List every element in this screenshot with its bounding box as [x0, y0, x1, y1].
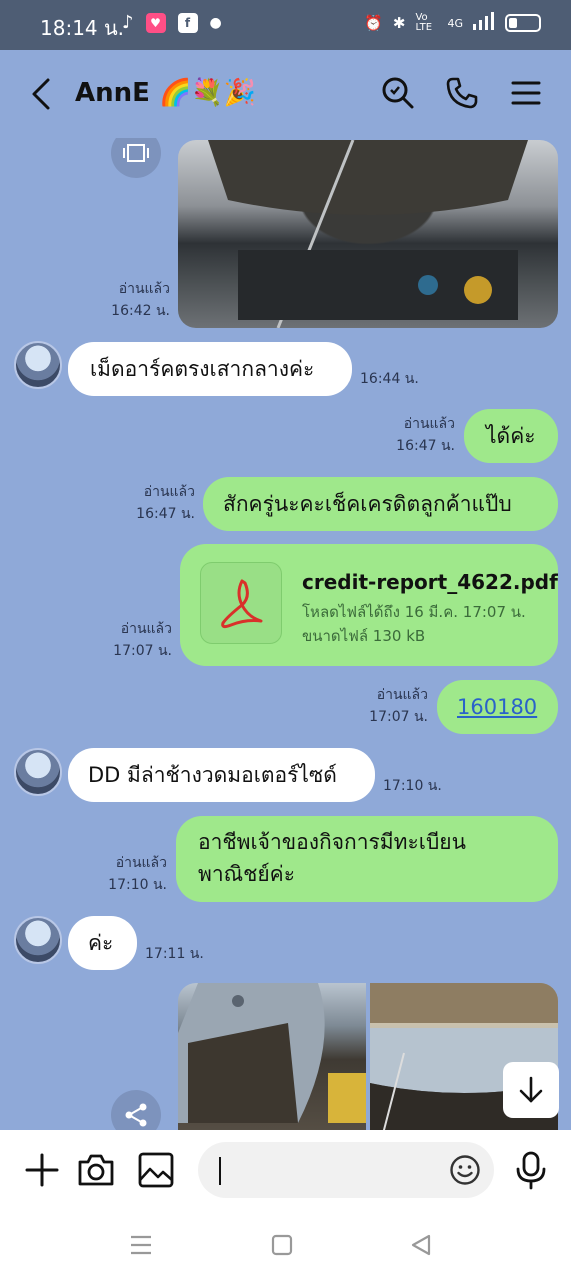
- camera-icon[interactable]: [76, 1150, 116, 1190]
- m8-meta: อ่านแล้ว 17:10 น.: [97, 852, 167, 896]
- battery-icon: [505, 14, 541, 32]
- message-text: เม็ดอาร์คตรงเสากลางค่ะ: [90, 357, 315, 381]
- network-type-icon: 4G: [447, 16, 463, 30]
- engine-photo[interactable]: [178, 140, 558, 328]
- message-time: 17:10 น.: [108, 877, 167, 893]
- facebook-icon: f: [177, 12, 198, 33]
- arrow-down-icon: [519, 1076, 543, 1103]
- recent-apps-icon[interactable]: [126, 1232, 156, 1258]
- message-time: 16:47 น.: [136, 506, 195, 522]
- m4-meta: อ่านแล้ว 16:47 น.: [125, 481, 195, 525]
- read-receipt: อ่านแล้ว: [120, 621, 172, 637]
- menu-icon[interactable]: [509, 76, 543, 110]
- read-receipt: อ่านแล้ว: [376, 687, 428, 703]
- search-icon[interactable]: [381, 76, 415, 110]
- read-receipt: อ่านแล้ว: [115, 855, 167, 871]
- tiktok-icon: ♪: [122, 12, 134, 33]
- contact-avatar[interactable]: [14, 748, 62, 796]
- line-shopping-icon: ♥: [145, 12, 166, 33]
- m6-meta: อ่านแล้ว 17:07 น.: [358, 684, 428, 728]
- plus-icon[interactable]: [22, 1150, 62, 1190]
- file-name: credit-report_4622.pdf: [302, 570, 558, 594]
- view-all-photos-button[interactable]: [111, 138, 161, 178]
- message-time: 17:10 น.: [383, 778, 442, 794]
- message-text: DD มีล่าช้างวดมอเตอร์ไซด์: [88, 763, 337, 787]
- message-bubble-outgoing[interactable]: สักครู่นะคะเช็คเครดิตลูกค้าแป๊บ: [203, 477, 558, 531]
- message-bubble-outgoing[interactable]: ได้ค่ะ: [464, 409, 558, 463]
- engine-photo-art: [208, 140, 528, 328]
- message-bubble-outgoing[interactable]: อาชีพเจ้าของกิจการมีทะเบียน พาณิชย์ค่ะ: [176, 816, 558, 902]
- read-receipt: อ่านแล้ว: [143, 484, 195, 500]
- message-time: 17:07 น.: [113, 643, 172, 659]
- message-text: ค่ะ: [88, 931, 114, 955]
- chat-header: AnnE 🌈💐🎉: [0, 50, 571, 138]
- message-time: 16:42 น.: [111, 303, 170, 319]
- emoji-icon[interactable]: [449, 1154, 481, 1186]
- phone-number-link[interactable]: 160180: [457, 695, 537, 719]
- hood-photo-1-art: [178, 983, 366, 1123]
- message-bubble-incoming[interactable]: DD มีล่าช้างวดมอเตอร์ไซด์: [68, 748, 375, 802]
- scroll-to-bottom-button[interactable]: [503, 1062, 559, 1118]
- message-input-bar: [0, 1130, 571, 1210]
- m1-meta: อ่านแล้ว 16:42 น.: [100, 278, 170, 322]
- file-size: ขนาดไฟล์ 130 kB: [302, 627, 426, 645]
- microphone-icon[interactable]: [511, 1150, 551, 1190]
- message-time: 16:44 น.: [360, 371, 419, 387]
- m5-meta: อ่านแล้ว 17:07 น.: [102, 618, 172, 662]
- back-arrow-icon[interactable]: [28, 76, 58, 112]
- chat-messages: อ่านแล้ว 16:42 น. เม็ดอาร์คตรงเสากลางค่ะ…: [0, 138, 571, 1130]
- photo-stack-icon: [123, 144, 149, 162]
- message-bubble-incoming[interactable]: เม็ดอาร์คตรงเสากลางค่ะ: [68, 342, 352, 396]
- message-bubble-outgoing[interactable]: 160180: [437, 680, 558, 734]
- m3-meta: อ่านแล้ว 16:47 น.: [385, 413, 455, 457]
- message-text-line2: พาณิชย์ค่ะ: [198, 862, 296, 886]
- back-triangle-icon[interactable]: [407, 1232, 437, 1258]
- text-cursor: [219, 1157, 221, 1185]
- message-time: 17:11 น.: [145, 946, 204, 962]
- message-time: 17:07 น.: [369, 709, 428, 725]
- contact-avatar[interactable]: [14, 916, 62, 964]
- pdf-file-icon: [200, 562, 282, 644]
- signal-icon: [473, 12, 495, 34]
- status-bar: 18:14 น. ♪ ♥ f ● ⏰ ✱ Vo LTE 4G: [0, 0, 571, 50]
- message-time: 16:47 น.: [396, 438, 455, 454]
- file-message-card[interactable]: credit-report_4622.pdf โหลดไฟล์ได้ถึง 16…: [180, 544, 558, 666]
- bluetooth-icon: ✱: [392, 14, 406, 32]
- contact-avatar[interactable]: [14, 341, 62, 389]
- share-icon: [125, 1103, 147, 1127]
- phone-call-icon[interactable]: [445, 76, 479, 110]
- file-expiry: โหลดไฟล์ได้ถึง 16 มี.ค. 17:07 น.: [302, 603, 526, 621]
- volte-icon: Vo LTE: [415, 12, 433, 33]
- message-bubble-incoming[interactable]: ค่ะ: [68, 916, 137, 970]
- alarm-icon: ⏰: [364, 14, 383, 32]
- pdf-acrobat-icon: [221, 579, 263, 629]
- system-icons: ⏰ ✱ Vo LTE 4G: [364, 12, 541, 34]
- status-time: 18:14 น.: [40, 16, 125, 40]
- message-text-line1: อาชีพเจ้าของกิจการมีทะเบียน: [198, 830, 466, 854]
- dot-icon: ●: [209, 14, 222, 31]
- share-button[interactable]: [111, 1090, 161, 1130]
- read-receipt: อ่านแล้ว: [118, 281, 170, 297]
- message-text: สักครู่นะคะเช็คเครดิตลูกค้าแป๊บ: [223, 492, 512, 516]
- home-icon[interactable]: [267, 1232, 297, 1258]
- hood-photo-1[interactable]: [178, 983, 366, 1130]
- system-navigation-bar: [0, 1210, 571, 1280]
- notification-icons: ♪ ♥ f ●: [122, 12, 222, 33]
- chat-title[interactable]: AnnE 🌈💐🎉: [75, 78, 256, 108]
- gallery-icon[interactable]: [136, 1150, 176, 1190]
- read-receipt: อ่านแล้ว: [403, 416, 455, 432]
- message-text: ได้ค่ะ: [486, 424, 536, 448]
